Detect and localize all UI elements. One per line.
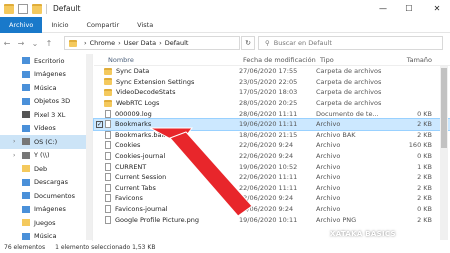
file-explorer-window: Default — ☐ ✕ Archivo Inicio Compartir V… bbox=[0, 0, 450, 253]
xataka-logo-icon bbox=[318, 229, 327, 238]
annotation-arrow bbox=[149, 127, 253, 217]
arrow-shaft bbox=[169, 131, 253, 217]
watermark: XATAKA BASICS bbox=[318, 229, 396, 238]
watermark-text: XATAKA BASICS bbox=[330, 229, 396, 238]
